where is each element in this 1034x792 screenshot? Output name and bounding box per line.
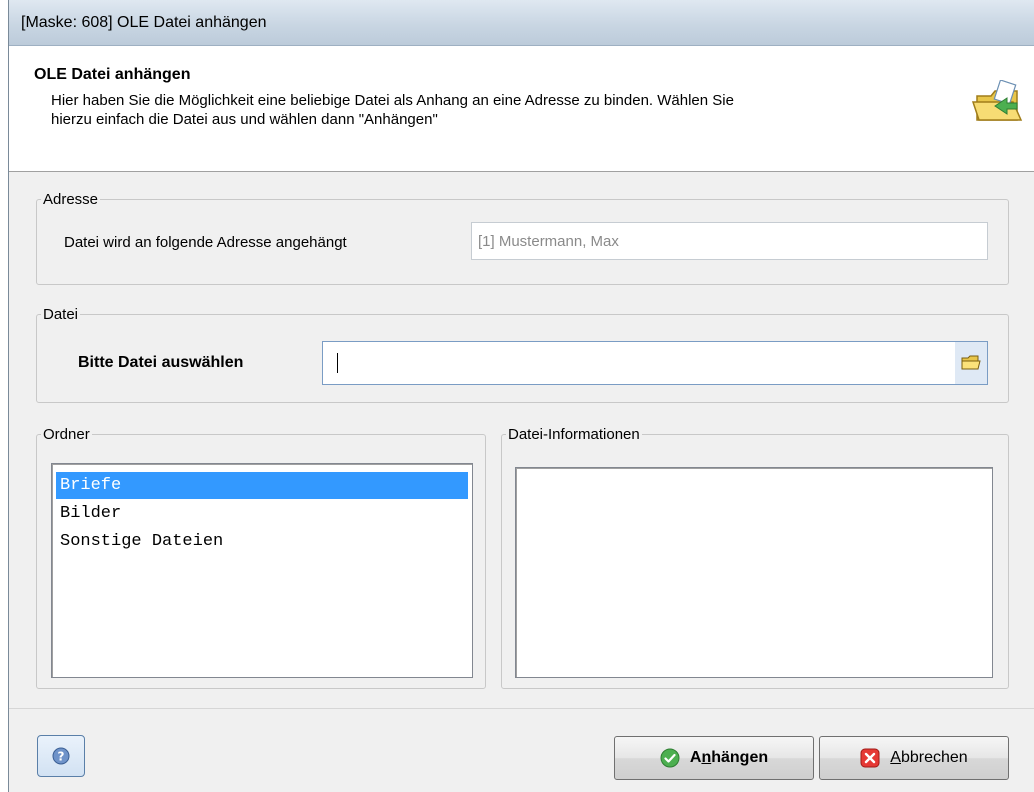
cancel-button[interactable]: Abbrechen <box>819 736 1009 780</box>
list-item[interactable]: Bilder <box>56 500 468 527</box>
adresse-field: [1] Mustermann, Max <box>471 222 988 260</box>
text-cursor <box>337 353 338 373</box>
datei-info-box[interactable] <box>515 467 993 678</box>
header-description: Hier haben Sie die Möglichkeit eine beli… <box>51 91 931 129</box>
datei-input[interactable] <box>322 341 988 385</box>
datei-info-legend: Datei-Informationen <box>508 426 640 443</box>
attach-button-label: Anhängen <box>689 749 769 766</box>
list-item[interactable]: Briefe <box>56 472 468 499</box>
folder-attach-icon <box>971 79 1025 126</box>
dialog-window: [Maske: 608] OLE Datei anhängen OLE Date… <box>8 0 1034 792</box>
help-button[interactable]: ? <box>37 735 85 777</box>
help-icon: ? <box>52 747 70 765</box>
folder-open-icon <box>961 355 981 370</box>
cancel-button-label: Abbrechen <box>890 749 968 766</box>
cancel-icon <box>860 748 880 768</box>
adresse-legend: Adresse <box>43 191 99 208</box>
window-title: [Maske: 608] OLE Datei anhängen <box>21 14 267 31</box>
header-description-line1: Hier haben Sie die Möglichkeit eine beli… <box>51 92 734 109</box>
datei-legend: Datei <box>43 306 79 323</box>
browse-file-button[interactable] <box>955 342 987 384</box>
list-item[interactable]: Sonstige Dateien <box>56 528 468 555</box>
datei-label: Bitte Datei auswählen <box>78 354 244 371</box>
svg-text:?: ? <box>58 750 65 764</box>
title-bar[interactable]: [Maske: 608] OLE Datei anhängen <box>9 0 1034 46</box>
ordner-legend: Ordner <box>43 426 90 443</box>
dialog-header: OLE Datei anhängen Hier haben Sie die Mö… <box>9 46 1034 172</box>
check-icon <box>660 748 680 768</box>
ordner-list[interactable]: Briefe Bilder Sonstige Dateien <box>51 463 473 678</box>
adresse-value: [1] Mustermann, Max <box>478 233 619 250</box>
header-description-line2: hierzu einfach die Datei aus und wählen … <box>51 111 438 128</box>
adresse-label: Datei wird an folgende Adresse angehängt <box>64 234 347 251</box>
footer-separator <box>9 708 1034 709</box>
header-title: OLE Datei anhängen <box>34 66 191 83</box>
attach-button[interactable]: Anhängen <box>614 736 814 780</box>
